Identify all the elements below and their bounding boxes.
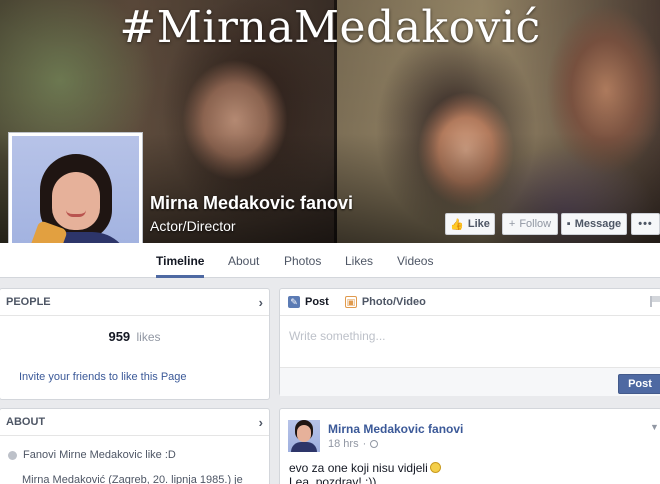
invite-friends-link[interactable]: Invite your friends to like this Page xyxy=(19,371,187,383)
about-card-title: ABOUT xyxy=(6,416,46,428)
follow-button-label: Follow xyxy=(519,218,552,230)
plus-icon: + xyxy=(508,218,516,230)
message-button[interactable]: ▪ Message xyxy=(561,213,627,235)
story-text-line2: Lea, pozdrav! :)) xyxy=(289,475,377,484)
speech-bubble-icon: ▪ xyxy=(566,218,571,230)
likes-count: 959 likes xyxy=(0,329,269,344)
about-card-header[interactable]: ABOUT › xyxy=(0,409,269,436)
likes-count-number: 959 xyxy=(108,329,131,344)
composer-tab-photo-label: Photo/Video xyxy=(361,296,426,308)
people-card: PEOPLE › 959 likes Invite your friends t… xyxy=(0,288,270,400)
about-card: ABOUT › Fanovi Mirne Medakovic like :D M… xyxy=(0,408,270,484)
composer-tab-post[interactable]: ✎ Post xyxy=(288,296,329,308)
follow-button[interactable]: + Follow xyxy=(502,213,558,235)
tab-photos[interactable]: Photos xyxy=(284,243,321,278)
chevron-right-icon[interactable]: › xyxy=(259,295,263,310)
tab-likes[interactable]: Likes xyxy=(345,243,373,278)
story-timestamp-text: 18 hrs xyxy=(328,438,359,450)
story-text-line1: evo za one koji nisu vidjeli xyxy=(289,461,428,475)
composer-tab-post-label: Post xyxy=(305,296,329,308)
story-author-name[interactable]: Mirna Medakovic fanovi xyxy=(328,422,463,436)
composer-footer: Post xyxy=(280,367,660,396)
pencil-icon: ✎ xyxy=(288,296,300,308)
post-composer: ✎ Post ▣ Photo/Video Write something... … xyxy=(279,288,660,396)
like-button[interactable]: 👍 Like xyxy=(445,213,495,235)
tab-timeline[interactable]: Timeline xyxy=(156,243,205,278)
story-text: evo za one koji nisu vidjeli Lea, pozdra… xyxy=(289,461,441,484)
page-name[interactable]: Mirna Medakovic fanovi xyxy=(150,193,353,214)
likes-count-label: likes xyxy=(136,330,161,344)
info-icon xyxy=(8,450,17,460)
flag-icon xyxy=(650,296,660,307)
people-card-title: PEOPLE xyxy=(6,296,51,308)
cover-hashtag: #MirnaMedaković xyxy=(119,2,541,53)
page-tab-bar: Timeline About Photos Likes Videos xyxy=(0,243,660,278)
page-category: Actor/Director xyxy=(150,218,236,234)
like-button-label: Like xyxy=(467,218,490,230)
more-options-icon: ••• xyxy=(638,218,653,230)
thumbs-up-icon: 👍 xyxy=(450,218,464,231)
composer-input[interactable]: Write something... xyxy=(289,329,385,343)
about-bio: Mirna Medaković (Zagreb, 20. lipnja 1985… xyxy=(22,474,269,484)
story-author-avatar[interactable] xyxy=(288,420,320,452)
post-button[interactable]: Post xyxy=(618,374,660,394)
about-description-text: Fanovi Mirne Medakovic like :D xyxy=(23,449,176,461)
composer-tab-photo-video[interactable]: ▣ Photo/Video xyxy=(344,296,426,308)
globe-icon xyxy=(370,440,379,448)
about-bio-text: Mirna Medaković (Zagreb, 20. lipnja 1985… xyxy=(22,474,243,484)
photo-icon: ▣ xyxy=(344,296,357,308)
tab-videos[interactable]: Videos xyxy=(397,243,433,278)
timeline-story: Mirna Medakovic fanovi 18 hrs · ▼ evo za… xyxy=(279,408,660,484)
people-card-header[interactable]: PEOPLE › xyxy=(0,289,269,316)
more-options-button[interactable]: ••• xyxy=(631,213,660,235)
chevron-down-icon[interactable]: ▼ xyxy=(650,422,659,432)
chevron-right-icon[interactable]: › xyxy=(259,415,263,430)
composer-tabs: ✎ Post ▣ Photo/Video xyxy=(280,289,660,316)
about-description: Fanovi Mirne Medakovic like :D xyxy=(8,449,176,461)
smiley-icon xyxy=(429,462,441,473)
tab-about[interactable]: About xyxy=(228,243,259,278)
message-button-label: Message xyxy=(574,218,622,230)
story-timestamp[interactable]: 18 hrs · xyxy=(328,438,379,450)
